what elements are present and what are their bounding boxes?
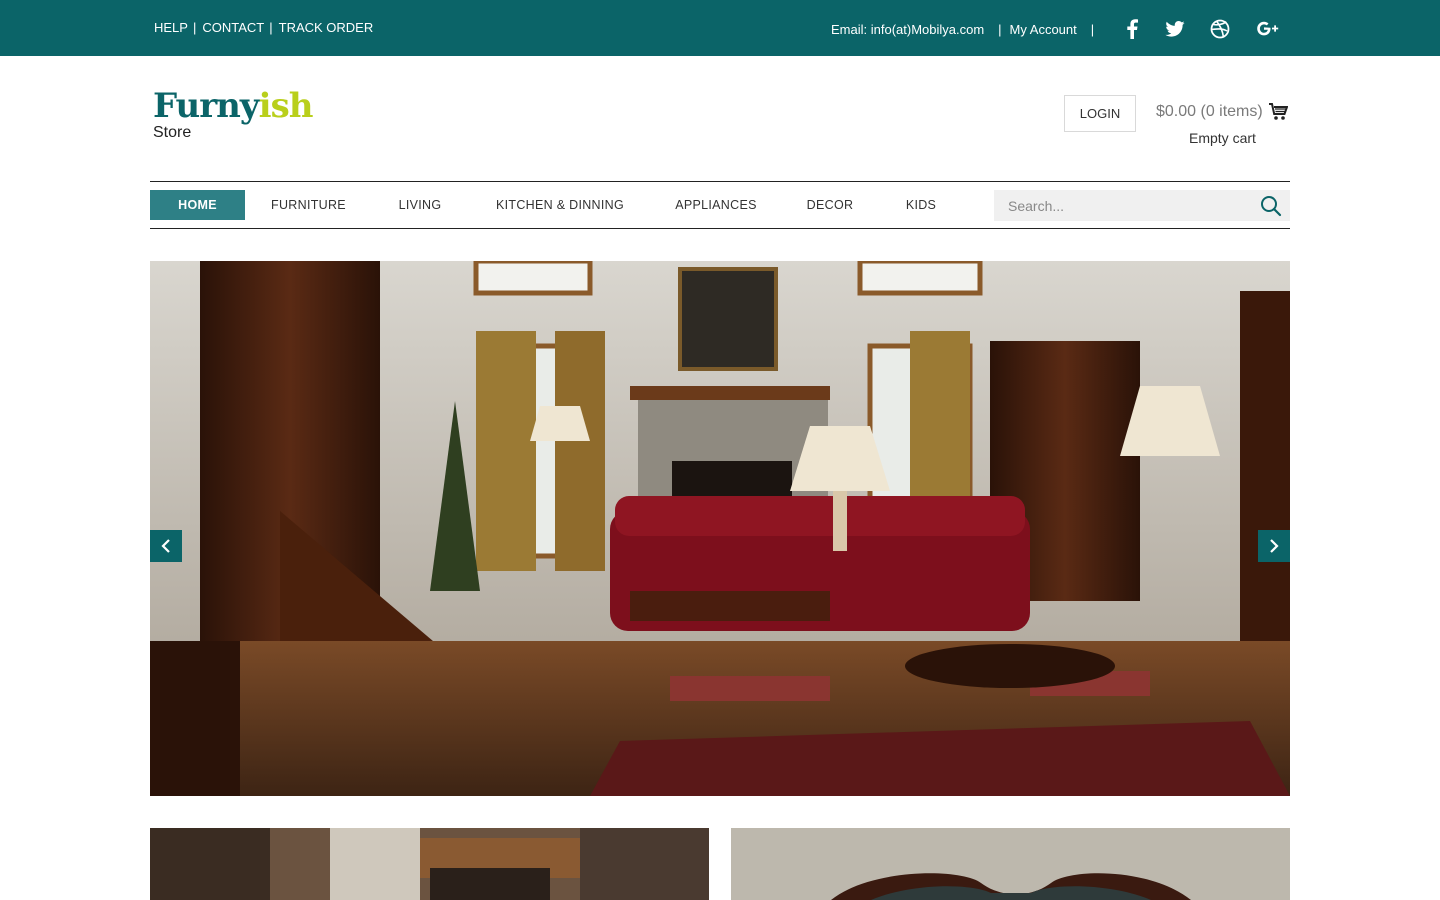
category-image [731, 828, 1290, 900]
nav-item-appliances[interactable]: APPLIANCES [670, 190, 762, 220]
top-contact: Email: info(at)Mobilya.com | My Account … [831, 22, 1094, 37]
logo-subtitle: Store [153, 124, 192, 141]
nav-item-decor[interactable]: DECOR [801, 190, 859, 220]
divider: | [192, 20, 197, 35]
divider: | [998, 22, 1002, 37]
nav-item-living[interactable]: LIVING [385, 190, 455, 220]
nav-item-furniture[interactable]: FURNITURE [257, 190, 360, 220]
site-logo[interactable]: Furnyish Store [153, 86, 314, 141]
slider-prev-button[interactable] [150, 530, 182, 562]
cart-summary: $0.00 (0 items) [1156, 103, 1263, 120]
cart-status: Empty cart [1189, 130, 1256, 146]
category-tile[interactable] [731, 828, 1290, 900]
search-box [994, 190, 1290, 221]
search-input[interactable] [994, 190, 1250, 221]
main-nav: HOME FURNITURE LIVING KITCHEN & DINNING … [150, 181, 1290, 229]
chevron-left-icon [161, 539, 170, 553]
top-bar: HELP | CONTACT | TRACK ORDER Email: info… [0, 0, 1440, 56]
category-image [150, 828, 709, 900]
twitter-icon[interactable] [1164, 18, 1186, 40]
search-icon[interactable] [1260, 195, 1282, 217]
track-order-link[interactable]: TRACK ORDER [279, 20, 374, 35]
category-tile[interactable] [150, 828, 709, 900]
nav-item-kitchen-dinning[interactable]: KITCHEN & DINNING [487, 190, 633, 220]
facebook-icon[interactable] [1121, 18, 1143, 40]
logo-text-accent: ish [258, 86, 314, 126]
nav-item-kids[interactable]: KIDS [901, 190, 941, 220]
email-text: Email: info(at)Mobilya.com [831, 22, 985, 37]
logo-text-primary: Furny [153, 86, 260, 126]
top-links: HELP | CONTACT | TRACK ORDER [154, 20, 373, 35]
contact-link[interactable]: CONTACT [202, 20, 264, 35]
nav-item-home[interactable]: HOME [150, 190, 245, 220]
google-plus-icon[interactable] [1256, 18, 1280, 40]
dribbble-icon[interactable] [1209, 18, 1231, 40]
cart-link[interactable]: $0.00 (0 items) [1156, 102, 1288, 122]
login-button[interactable]: LOGIN [1064, 95, 1136, 132]
chevron-right-icon [1270, 539, 1279, 553]
divider: | [1090, 22, 1095, 37]
hero-slider [150, 261, 1290, 796]
my-account-link[interactable]: My Account [1010, 22, 1077, 37]
help-link[interactable]: HELP [154, 20, 188, 35]
hero-image [150, 261, 1290, 796]
shopping-cart-icon [1268, 103, 1288, 120]
slider-next-button[interactable] [1258, 530, 1290, 562]
divider: | [269, 20, 273, 35]
